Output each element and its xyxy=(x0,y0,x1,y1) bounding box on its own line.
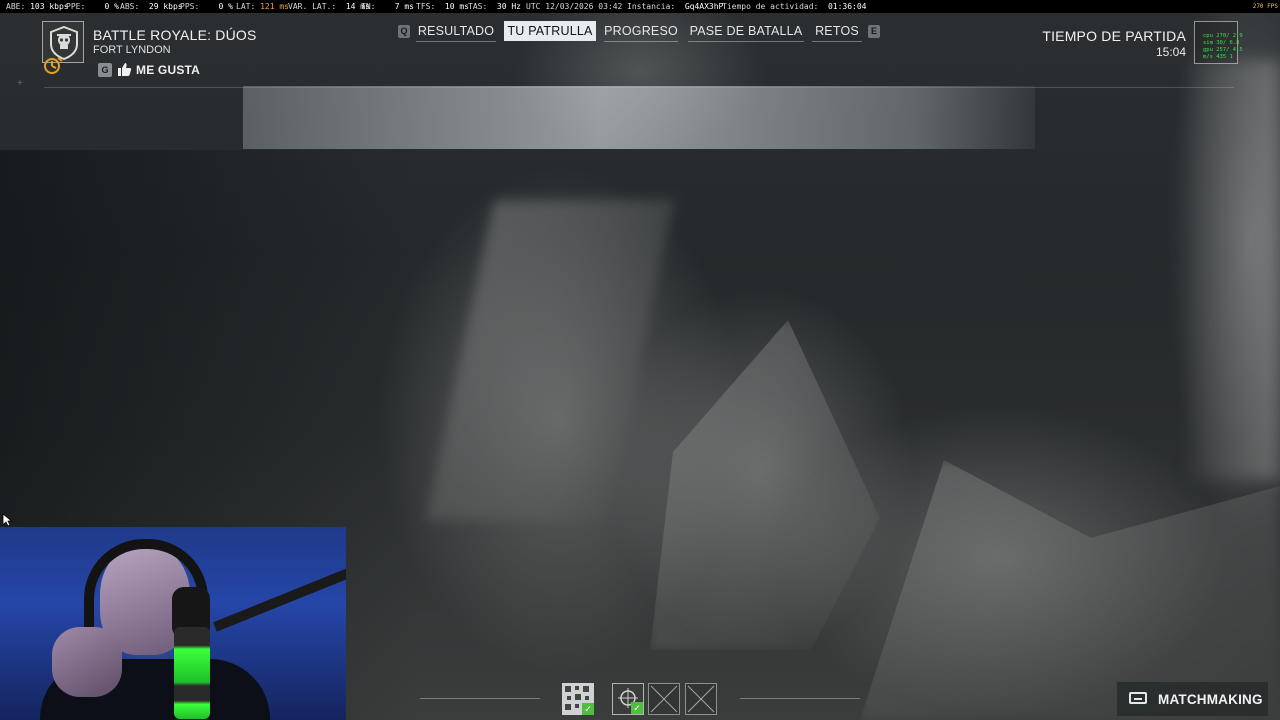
stat-value: 0 % xyxy=(104,2,119,11)
scene-rock xyxy=(860,460,1280,720)
tab-resultado[interactable]: RESULTADO xyxy=(416,21,496,42)
tab-progreso[interactable]: PROGRESO xyxy=(604,21,678,42)
tab-underline xyxy=(812,41,862,42)
next-tab-key-hint: E xyxy=(868,25,880,38)
matchmaking-button[interactable]: MATCHMAKING xyxy=(1117,682,1268,716)
prev-tab-key-hint: Q xyxy=(398,25,410,38)
performance-overlay: cpu 270/ 2.9 sim 30/ 6.8 gpu 257/ 4.5 m/… xyxy=(1194,21,1243,64)
stat-tas: TAS: 30 Hz xyxy=(468,0,521,13)
streamer-hand xyxy=(52,627,122,697)
keyboard-icon xyxy=(1129,692,1147,704)
stat-abs: ABS: 29 kbps xyxy=(120,0,183,13)
stat-value: 29 kbps xyxy=(148,2,183,11)
stat-label: TFS: xyxy=(416,2,436,11)
thumbs-up-icon[interactable] xyxy=(117,62,132,77)
stat-label: TN: xyxy=(361,2,376,11)
squad-slot-empty[interactable] xyxy=(685,683,717,715)
check-icon: ✓ xyxy=(631,702,643,714)
squad-slot[interactable]: ✓ xyxy=(612,683,644,715)
like-key-hint: G xyxy=(98,63,112,77)
corner-mark: + xyxy=(17,78,23,89)
tab-label: RESULTADO xyxy=(417,24,495,38)
stat-value: 0 % xyxy=(218,2,233,11)
tab-underline xyxy=(416,41,496,42)
empty-slot-icon xyxy=(687,685,715,713)
stat-instance: Instancia: Gq4AX3hP xyxy=(627,0,723,13)
stat-label: VAR. LAT.: xyxy=(288,2,337,11)
tab-retos[interactable]: RETOS xyxy=(812,21,862,42)
tab-label: PROGRESO xyxy=(604,24,678,38)
stat-label: Tiempo de actividad: xyxy=(722,2,819,11)
stat-label: Instancia: xyxy=(627,2,676,11)
matchmaking-label: MATCHMAKING xyxy=(1158,692,1263,707)
stat-label: ABE: xyxy=(6,2,26,11)
stat-uptime: Tiempo de actividad: 01:36:04 xyxy=(722,0,867,13)
stat-value: 30 Hz xyxy=(496,2,521,11)
stat-label: PPE: xyxy=(66,2,86,11)
squad-slot-empty[interactable] xyxy=(648,683,680,715)
scene-pillar xyxy=(1190,60,1280,480)
perf-line: gpu 257/ 4.5 xyxy=(1203,47,1243,53)
stat-label: LAT: xyxy=(236,2,256,11)
stat-ppe: PPE: 0 % xyxy=(66,0,119,13)
stat-pps: PPS: 0 % xyxy=(180,0,233,13)
tab-underline xyxy=(604,41,678,42)
tab-label: RETOS xyxy=(815,24,859,38)
stat-value: 121 ms xyxy=(260,2,289,11)
squad-banner xyxy=(243,86,1035,149)
stat-value: 103 kbps xyxy=(30,2,69,11)
match-time-label: TIEMPO DE PARTIDA xyxy=(1042,28,1186,44)
scene-rock xyxy=(425,200,675,520)
stat-tfs: TFS: 10 ms xyxy=(416,0,469,13)
check-icon: ✓ xyxy=(582,703,594,715)
perf-line: cpu 270/ 2.9 xyxy=(1203,33,1243,39)
perf-line: m/s 435 1 xyxy=(1203,54,1233,60)
stat-label: ABS: xyxy=(120,2,140,11)
microphone xyxy=(174,627,210,719)
stat-value: 01:36:04 xyxy=(827,2,867,11)
scene-rock xyxy=(650,320,880,650)
stat-value: 10 ms xyxy=(444,2,469,11)
empty-slot-icon xyxy=(650,685,678,713)
perf-line: sim 30/ 6.8 xyxy=(1203,40,1240,46)
stat-label: TAS: xyxy=(468,2,488,11)
timer-icon xyxy=(44,57,63,74)
match-time-value: 15:04 xyxy=(1155,45,1186,59)
network-stats-bar: ABE: 103 kbps PPE: 0 % ABS: 29 kbps PPS:… xyxy=(0,0,1280,13)
stat-value: 7 ms xyxy=(394,2,414,11)
map-name: FORT LYNDON xyxy=(93,44,171,56)
webcam-overlay xyxy=(0,527,346,720)
stat-value: Gq4AX3hP xyxy=(684,2,724,11)
game-mode-title: BATTLE ROYALE: DÚOS xyxy=(93,27,257,43)
hud-line-left xyxy=(420,698,540,699)
stat-varlat: VAR. LAT.: 14 ms xyxy=(288,0,370,13)
stat-abe: ABE: 103 kbps xyxy=(6,0,69,13)
squad-slot[interactable]: ✓ xyxy=(562,683,594,715)
fps-counter: 270 FPS xyxy=(1252,3,1278,10)
stat-label: PPS: xyxy=(180,2,200,11)
stat-tn: TN: 7 ms xyxy=(361,0,414,13)
tab-tu-patrulla[interactable]: TU PATRULLA xyxy=(504,21,596,41)
mouse-cursor-icon xyxy=(2,513,12,527)
hud-line-right xyxy=(740,698,860,699)
tab-label: TU PATRULLA xyxy=(507,24,593,38)
tab-underline xyxy=(688,41,804,42)
like-button[interactable]: ME GUSTA xyxy=(136,63,200,77)
stat-utc: UTC 12/03/2026 03:42 xyxy=(526,2,623,11)
tab-label: PASE DE BATALLA xyxy=(689,24,803,38)
mic-arm xyxy=(213,566,346,632)
tab-pase-de-batalla[interactable]: PASE DE BATALLA xyxy=(688,21,804,42)
stat-lat: LAT: 121 ms xyxy=(236,0,289,13)
